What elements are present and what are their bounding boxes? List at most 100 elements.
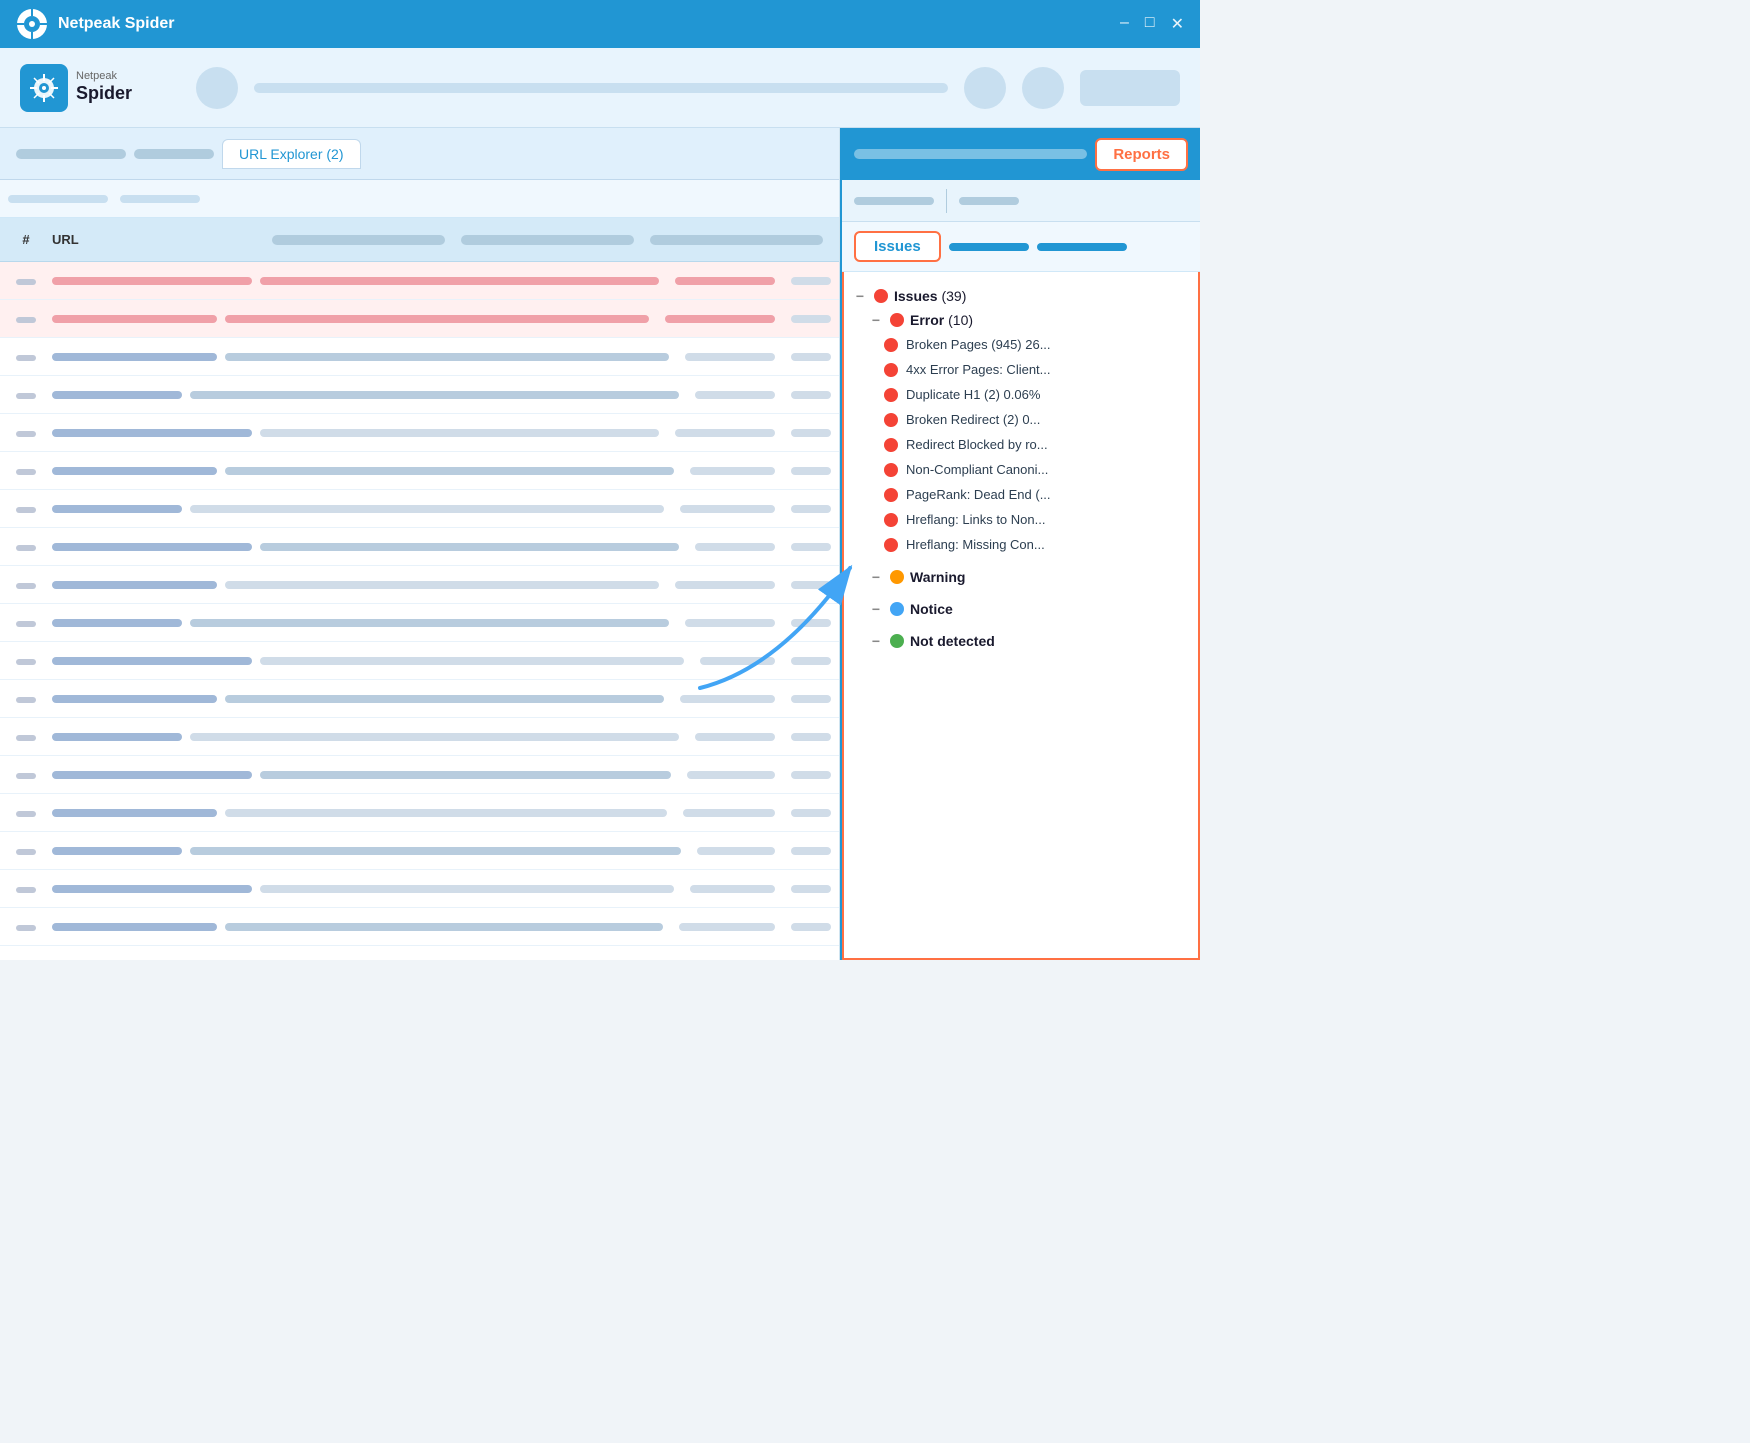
- tree-warning[interactable]: − Warning: [868, 565, 1190, 589]
- row-url: [52, 277, 252, 285]
- row-end: [791, 923, 831, 931]
- right-top-tabs: Reports: [842, 128, 1200, 180]
- table-header: # URL: [0, 218, 839, 262]
- app-logo-icon: [16, 8, 48, 40]
- logo-netpeak: Netpeak: [76, 70, 132, 83]
- row-cell: [260, 771, 671, 779]
- error-item-dot: [884, 538, 898, 552]
- filter-row: [0, 180, 839, 218]
- table-row[interactable]: [0, 376, 839, 414]
- row-cell2: [697, 847, 775, 855]
- tree-error-item-6[interactable]: Non-Compliant Canoni...: [884, 457, 1190, 482]
- row-url: [52, 353, 217, 361]
- table-row[interactable]: [0, 300, 839, 338]
- warning-dot: [890, 570, 904, 584]
- right-tab-bar1[interactable]: [854, 149, 1087, 159]
- tree-error-item-4[interactable]: Broken Redirect (2) 0...: [884, 407, 1190, 432]
- collapse-issues[interactable]: −: [852, 288, 868, 304]
- row-cell2: [685, 619, 775, 627]
- header-avatar: [196, 67, 238, 109]
- row-url: [52, 771, 252, 779]
- minimize-button[interactable]: –: [1120, 14, 1129, 34]
- table-row[interactable]: [0, 452, 839, 490]
- filter-bar2[interactable]: [120, 195, 200, 203]
- table-row[interactable]: [0, 718, 839, 756]
- table-row[interactable]: [0, 642, 839, 680]
- logo-text: Netpeak Spider: [76, 70, 132, 105]
- row-cell: [190, 733, 679, 741]
- table-row[interactable]: [0, 680, 839, 718]
- 4xx-label: 4xx Error Pages: Client...: [906, 362, 1051, 377]
- row-cell: [225, 315, 649, 323]
- table-row[interactable]: [0, 870, 839, 908]
- header-action-btn[interactable]: [1080, 70, 1180, 106]
- table-row[interactable]: [0, 528, 839, 566]
- row-cell2: [680, 505, 775, 513]
- tree-error-item-1[interactable]: Broken Pages (945) 26...: [884, 332, 1190, 357]
- subheader-divider: [946, 189, 947, 213]
- row-cell: [190, 847, 681, 855]
- row-end: [791, 581, 831, 589]
- table-row[interactable]: [0, 756, 839, 794]
- table-row[interactable]: [0, 338, 839, 376]
- maximize-button[interactable]: □: [1145, 14, 1155, 34]
- row-url: [52, 429, 252, 437]
- left-tab-bar2[interactable]: [134, 149, 214, 159]
- collapse-error[interactable]: −: [868, 312, 884, 328]
- row-cell: [260, 429, 659, 437]
- row-cell: [260, 543, 679, 551]
- row-end: [791, 505, 831, 513]
- row-end: [791, 277, 831, 285]
- table-row[interactable]: [0, 794, 839, 832]
- row-url: [52, 885, 252, 893]
- row-url: [52, 923, 217, 931]
- tree-error-item-9[interactable]: Hreflang: Missing Con...: [884, 532, 1190, 557]
- header-btn1[interactable]: [1022, 67, 1064, 109]
- table-row[interactable]: [0, 262, 839, 300]
- table-row[interactable]: [0, 414, 839, 452]
- collapse-not-detected[interactable]: −: [868, 633, 884, 649]
- tab-bar3[interactable]: [1037, 243, 1127, 251]
- tree-not-detected[interactable]: − Not detected: [868, 629, 1190, 653]
- dup-h1-label: Duplicate H1 (2) 0.06%: [906, 387, 1040, 402]
- error-item-dot: [884, 413, 898, 427]
- issues-label: Issues (39): [894, 288, 966, 304]
- collapse-notice[interactable]: −: [868, 601, 884, 617]
- tree-error-item-3[interactable]: Duplicate H1 (2) 0.06%: [884, 382, 1190, 407]
- tree-root-issues[interactable]: − Issues (39): [852, 284, 1190, 308]
- table-row[interactable]: [0, 604, 839, 642]
- url-explorer-tab[interactable]: URL Explorer (2): [222, 139, 361, 169]
- col-hash: #: [8, 232, 44, 247]
- reports-tab[interactable]: Reports: [1095, 138, 1188, 171]
- error-item-dot: [884, 438, 898, 452]
- close-button[interactable]: ✕: [1171, 14, 1184, 34]
- tab-bar2[interactable]: [949, 243, 1029, 251]
- left-tab-bar1[interactable]: [16, 149, 126, 159]
- issues-tab[interactable]: Issues: [854, 231, 941, 262]
- left-tabs: URL Explorer (2): [0, 128, 839, 180]
- tree-error[interactable]: − Error (10): [868, 308, 1190, 332]
- tree-notice[interactable]: − Notice: [868, 597, 1190, 621]
- table-row[interactable]: [0, 908, 839, 946]
- tree-error-item-2[interactable]: 4xx Error Pages: Client...: [884, 357, 1190, 382]
- tree-error-item-8[interactable]: Hreflang: Links to Non...: [884, 507, 1190, 532]
- notice-label: Notice: [910, 601, 953, 617]
- tree-error-item-5[interactable]: Redirect Blocked by ro...: [884, 432, 1190, 457]
- header-url-bar[interactable]: [254, 83, 948, 93]
- issues-dot: [874, 289, 888, 303]
- row-end: [791, 353, 831, 361]
- issues-tabs: Issues: [842, 222, 1200, 272]
- tree-error-item-7[interactable]: PageRank: Dead End (...: [884, 482, 1190, 507]
- row-url: [52, 581, 217, 589]
- row-cell2: [687, 771, 775, 779]
- table-row[interactable]: [0, 566, 839, 604]
- table-row[interactable]: [0, 490, 839, 528]
- filter-bar1[interactable]: [8, 195, 108, 203]
- row-cell2: [679, 923, 775, 931]
- row-end: [791, 695, 831, 703]
- row-url: [52, 391, 182, 399]
- table-row[interactable]: [0, 832, 839, 870]
- row-end: [791, 543, 831, 551]
- row-cell: [260, 657, 684, 665]
- collapse-warning[interactable]: −: [868, 569, 884, 585]
